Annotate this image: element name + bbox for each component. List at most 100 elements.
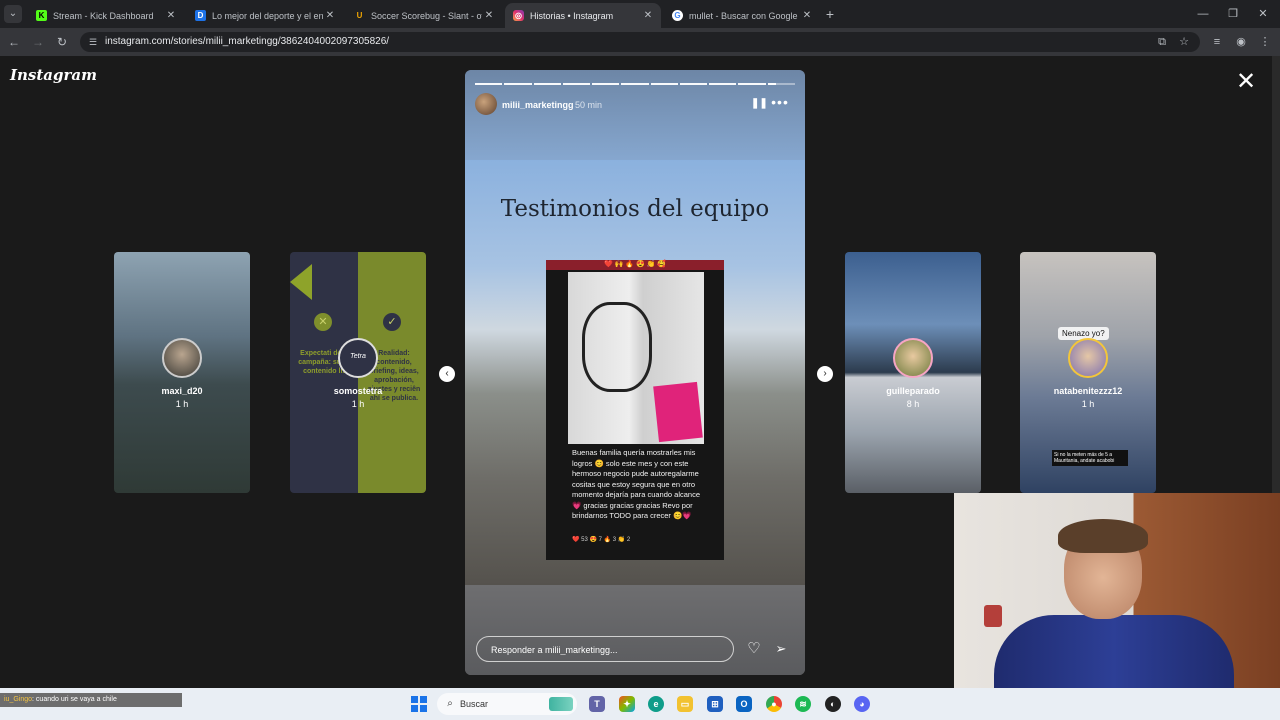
discord-icon[interactable]: ◕ xyxy=(854,696,870,712)
preview-time: 1 h xyxy=(1081,399,1095,409)
story-progress-bar xyxy=(475,83,795,85)
more-options-icon[interactable]: ••• xyxy=(771,95,789,109)
avatar xyxy=(893,338,933,378)
close-tab-icon[interactable]: ✕ xyxy=(164,10,178,21)
uno-icon: U xyxy=(356,11,363,20)
progress-segment xyxy=(738,83,766,85)
chat-ticker: iu_Gingo: cuando uri se vaya a chile xyxy=(0,693,182,707)
story-preview-natabenitez[interactable]: Nenazo yo? natabenitezzz12 1 h Si no la … xyxy=(1020,252,1156,493)
tab-label: Historias • Instagram xyxy=(530,10,614,21)
reactions-row: ❤️ 53 😍 7 🔥 3 👏 2 xyxy=(572,537,631,543)
progress-segment xyxy=(650,83,678,85)
site-info-icon[interactable]: ☰ xyxy=(86,35,100,49)
search-label: Buscar xyxy=(460,699,489,709)
send-icon[interactable]: ➢ xyxy=(772,640,790,658)
preview-username: maxi_d20 xyxy=(161,386,203,396)
testimonial-card: ❤️ 🙌 🔥 😍 👏 🥰 Buenas familia quería mostr… xyxy=(546,260,724,560)
chrome-icon[interactable]: ● xyxy=(766,696,782,712)
tab-label: mullet - Buscar con Google xyxy=(689,10,798,21)
avatar xyxy=(162,338,202,378)
tab-label: Stream - Kick Dashboard xyxy=(53,10,154,21)
progress-segment xyxy=(562,83,591,85)
tab-kick-dashboard[interactable]: K Stream - Kick Dashboard ✕ xyxy=(28,3,184,28)
close-window-icon[interactable]: ✕ xyxy=(1248,6,1278,22)
outlook-icon[interactable]: O xyxy=(736,696,752,712)
kick-icon: K xyxy=(36,10,47,21)
windows-start-icon[interactable] xyxy=(411,696,427,712)
story-preview-guilleparado[interactable]: guilleparado 8 h xyxy=(845,252,981,493)
media-control-icon[interactable]: ≡ xyxy=(1209,34,1225,50)
minimize-icon[interactable]: — xyxy=(1188,6,1218,22)
webcam-overlay xyxy=(954,493,1280,720)
preview-time: 1 h xyxy=(175,399,189,409)
story-preview-maxi[interactable]: maxi_d20 1 h xyxy=(114,252,250,493)
preview-time: 1 h xyxy=(351,399,365,409)
cross-icon: ✕ xyxy=(314,313,332,331)
install-app-icon[interactable]: ⧉ xyxy=(1154,34,1170,50)
bikes-photo xyxy=(568,272,704,444)
avatar[interactable] xyxy=(475,93,497,115)
close-stories-icon[interactable]: ✕ xyxy=(1234,70,1258,94)
next-story-icon[interactable]: › xyxy=(817,366,833,382)
teams-icon[interactable]: T xyxy=(589,696,605,712)
taskbar-search[interactable]: ⌕ Buscar xyxy=(437,693,577,715)
reply-field[interactable] xyxy=(476,636,734,662)
story-preview-somostetra[interactable]: ✕ ✓ Expectati de una campaña: subir al c… xyxy=(290,252,426,493)
close-tab-icon[interactable]: ✕ xyxy=(482,10,496,21)
url-text[interactable]: instagram.com/stories/milii_marketingg/3… xyxy=(105,36,389,47)
active-story[interactable]: milii_marketingg 50 min ❚❚ ••• Testimoni… xyxy=(465,70,805,675)
reply-input[interactable] xyxy=(489,642,728,658)
subtitle-sticker: Si no la meten más de 5 a Mauritania, an… xyxy=(1052,450,1128,466)
tab-google-search[interactable]: G mullet - Buscar con Google ✕ xyxy=(664,3,820,28)
progress-segment xyxy=(592,83,620,85)
tab-search-icon[interactable]: ⌄ xyxy=(4,5,22,23)
pause-icon[interactable]: ❚❚ xyxy=(751,98,768,110)
tetra-logo-text: Tetra xyxy=(350,353,366,360)
tab-label: Lo mejor del deporte y el entre xyxy=(212,10,323,21)
tab-soccer-scorebug[interactable]: U Soccer Scorebug - Slant - over ✕ xyxy=(346,3,502,28)
back-icon[interactable]: ← xyxy=(6,34,22,50)
progress-segment xyxy=(475,83,503,85)
story-username[interactable]: milii_marketingg xyxy=(502,100,574,110)
file-explorer-icon[interactable]: ▭ xyxy=(677,696,693,712)
spotify-icon[interactable]: ≋ xyxy=(795,696,811,712)
new-tab-icon[interactable]: + xyxy=(822,6,838,22)
progress-segment xyxy=(679,83,708,85)
store-icon[interactable]: ⊞ xyxy=(707,696,723,712)
profile-icon[interactable]: ◉ xyxy=(1233,34,1249,50)
ticker-username: iu_Gingo xyxy=(4,696,33,703)
tab-olga[interactable]: D Lo mejor del deporte y el entre ✕ xyxy=(187,3,343,28)
tab-label: Soccer Scorebug - Slant - over xyxy=(371,10,482,21)
menu-kebab-icon[interactable]: ⋮ xyxy=(1257,34,1273,50)
instagram-icon: ◎ xyxy=(513,10,524,21)
progress-segment xyxy=(767,83,795,85)
preview-username: natabenitezzz12 xyxy=(1053,386,1123,396)
story-time: 50 min xyxy=(575,100,603,110)
close-tab-icon[interactable]: ✕ xyxy=(641,10,655,21)
edge-icon[interactable]: e xyxy=(648,696,664,712)
like-heart-icon[interactable]: ♡ xyxy=(745,640,763,658)
forward-icon[interactable]: → xyxy=(30,34,46,50)
progress-segment xyxy=(621,83,649,85)
preview-username: guilleparado xyxy=(886,386,940,396)
progress-segment xyxy=(504,83,532,85)
restore-icon[interactable]: ❐ xyxy=(1218,6,1248,22)
close-tab-icon[interactable]: ✕ xyxy=(800,10,814,21)
omnibox[interactable]: ☰ instagram.com/stories/milii_marketingg… xyxy=(80,32,1200,52)
copilot-icon[interactable]: ✦ xyxy=(619,696,635,712)
close-tab-icon[interactable]: ✕ xyxy=(323,10,337,21)
reload-icon[interactable]: ↻ xyxy=(54,34,70,50)
obs-icon[interactable]: ◐ xyxy=(825,696,841,712)
bicycle-shape xyxy=(582,302,652,392)
tab-instagram-stories[interactable]: ◎ Historias • Instagram ✕ xyxy=(505,3,661,28)
chevron-left-shape xyxy=(290,264,312,300)
testimonial-text: Buenas familia quería mostrarles mis log… xyxy=(572,448,700,520)
streamer-hair xyxy=(1058,519,1148,553)
search-icon: ⌕ xyxy=(447,698,453,709)
address-bar: ← → ↻ ☰ instagram.com/stories/milii_mark… xyxy=(0,28,1280,56)
story-title: Testimonios del equipo xyxy=(500,196,770,222)
progress-segment xyxy=(709,83,737,85)
instagram-logo[interactable]: Instagram xyxy=(10,66,97,84)
previous-story-icon[interactable]: ‹ xyxy=(439,366,455,382)
bookmark-star-icon[interactable]: ☆ xyxy=(1176,34,1192,50)
